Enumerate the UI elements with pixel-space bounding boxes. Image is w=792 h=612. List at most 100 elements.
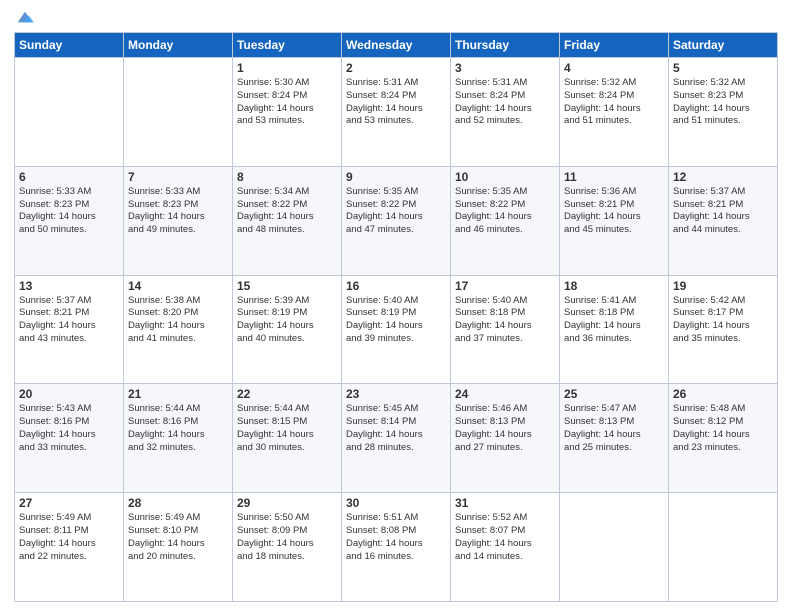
day-cell: 22Sunrise: 5:44 AM Sunset: 8:15 PM Dayli… — [233, 384, 342, 493]
day-cell: 30 Sunrise: 5:51 AM Sunset: 8:08 PM Dayli… — [342, 493, 451, 602]
week-row-3: 13 Sunrise: 5:37 AM Sunset: 8:21 PM Dayli… — [15, 275, 778, 384]
page-container: SundayMondayTuesdayWednesdayThursdayFrid… — [0, 0, 792, 612]
day-info: Sunrise: 5:36 AM Sunset: 8:21 PM Dayligh… — [564, 186, 664, 237]
day-cell: 9 Sunrise: 5:35 AM Sunset: 8:22 PM Daylig… — [342, 166, 451, 275]
week-row-2: 6Sunrise: 5:33 AM Sunset: 8:23 PM Daylig… — [15, 166, 778, 275]
day-header-saturday: Saturday — [669, 33, 778, 58]
day-number: 30 — [346, 496, 446, 510]
day-number: 28 — [128, 496, 228, 510]
day-info: Sunrise: 5:35 AM Sunset: 8:22 PM Dayligh… — [455, 186, 555, 237]
day-info: Sunrise: 5:48 AM Sunset: 8:12 PM Dayligh… — [673, 403, 773, 454]
day-cell — [560, 493, 669, 602]
day-cell: 4 Sunrise: 5:32 AM Sunset: 8:24 PM Daylig… — [560, 58, 669, 167]
day-info: Sunrise: 5:37 AM Sunset: 8:21 PM Dayligh… — [673, 186, 773, 237]
day-number: 5 — [673, 61, 773, 75]
day-info: Sunrise: 5:32 AM Sunset: 8:24 PM Dayligh… — [564, 77, 664, 128]
day-cell: 12 Sunrise: 5:37 AM Sunset: 8:21 PM Dayli… — [669, 166, 778, 275]
day-cell: 8 Sunrise: 5:34 AM Sunset: 8:22 PM Daylig… — [233, 166, 342, 275]
day-cell: 20 Sunrise: 5:43 AM Sunset: 8:16 PM Dayli… — [15, 384, 124, 493]
day-number: 16 — [346, 279, 446, 293]
day-cell: 1Sunrise: 5:30 AM Sunset: 8:24 PM Daylig… — [233, 58, 342, 167]
days-header-row: SundayMondayTuesdayWednesdayThursdayFrid… — [15, 33, 778, 58]
day-cell: 5 Sunrise: 5:32 AM Sunset: 8:23 PM Daylig… — [669, 58, 778, 167]
day-info: Sunrise: 5:42 AM Sunset: 8:17 PM Dayligh… — [673, 295, 773, 346]
day-number: 12 — [673, 170, 773, 184]
day-header-thursday: Thursday — [451, 33, 560, 58]
logo-icon — [16, 8, 34, 26]
day-header-monday: Monday — [124, 33, 233, 58]
day-info: Sunrise: 5:49 AM Sunset: 8:11 PM Dayligh… — [19, 512, 119, 563]
day-cell: 26 Sunrise: 5:48 AM Sunset: 8:12 PM Dayli… — [669, 384, 778, 493]
day-info: Sunrise: 5:45 AM Sunset: 8:14 PM Dayligh… — [346, 403, 446, 454]
day-cell — [124, 58, 233, 167]
day-number: 15 — [237, 279, 337, 293]
day-cell: 6Sunrise: 5:33 AM Sunset: 8:23 PM Daylig… — [15, 166, 124, 275]
day-number: 11 — [564, 170, 664, 184]
day-header-tuesday: Tuesday — [233, 33, 342, 58]
day-cell: 10 Sunrise: 5:35 AM Sunset: 8:22 PM Dayli… — [451, 166, 560, 275]
day-cell — [669, 493, 778, 602]
day-info: Sunrise: 5:40 AM Sunset: 8:18 PM Dayligh… — [455, 295, 555, 346]
day-number: 4 — [564, 61, 664, 75]
day-cell: 21Sunrise: 5:44 AM Sunset: 8:16 PM Dayli… — [124, 384, 233, 493]
day-number: 20 — [19, 387, 119, 401]
day-number: 17 — [455, 279, 555, 293]
day-cell — [15, 58, 124, 167]
day-cell: 31 Sunrise: 5:52 AM Sunset: 8:07 PM Dayli… — [451, 493, 560, 602]
day-cell: 29 Sunrise: 5:50 AM Sunset: 8:09 PM Dayli… — [233, 493, 342, 602]
day-cell: 13 Sunrise: 5:37 AM Sunset: 8:21 PM Dayli… — [15, 275, 124, 384]
day-number: 31 — [455, 496, 555, 510]
day-info: Sunrise: 5:46 AM Sunset: 8:13 PM Dayligh… — [455, 403, 555, 454]
day-info: Sunrise: 5:40 AM Sunset: 8:19 PM Dayligh… — [346, 295, 446, 346]
week-row-1: 1Sunrise: 5:30 AM Sunset: 8:24 PM Daylig… — [15, 58, 778, 167]
day-number: 29 — [237, 496, 337, 510]
calendar-table: SundayMondayTuesdayWednesdayThursdayFrid… — [14, 32, 778, 602]
day-info: Sunrise: 5:31 AM Sunset: 8:24 PM Dayligh… — [346, 77, 446, 128]
day-number: 23 — [346, 387, 446, 401]
day-cell: 14 Sunrise: 5:38 AM Sunset: 8:20 PM Dayli… — [124, 275, 233, 384]
day-info: Sunrise: 5:33 AM Sunset: 8:23 PM Dayligh… — [19, 186, 119, 237]
day-info: Sunrise: 5:33 AM Sunset: 8:23 PM Dayligh… — [128, 186, 228, 237]
day-number: 26 — [673, 387, 773, 401]
day-number: 19 — [673, 279, 773, 293]
day-info: Sunrise: 5:47 AM Sunset: 8:13 PM Dayligh… — [564, 403, 664, 454]
day-info: Sunrise: 5:34 AM Sunset: 8:22 PM Dayligh… — [237, 186, 337, 237]
day-info: Sunrise: 5:51 AM Sunset: 8:08 PM Dayligh… — [346, 512, 446, 563]
day-cell: 3Sunrise: 5:31 AM Sunset: 8:24 PM Daylig… — [451, 58, 560, 167]
day-number: 24 — [455, 387, 555, 401]
day-cell: 15Sunrise: 5:39 AM Sunset: 8:19 PM Dayli… — [233, 275, 342, 384]
day-header-sunday: Sunday — [15, 33, 124, 58]
day-number: 3 — [455, 61, 555, 75]
day-info: Sunrise: 5:38 AM Sunset: 8:20 PM Dayligh… — [128, 295, 228, 346]
day-cell: 23 Sunrise: 5:45 AM Sunset: 8:14 PM Dayli… — [342, 384, 451, 493]
week-row-5: 27 Sunrise: 5:49 AM Sunset: 8:11 PM Dayli… — [15, 493, 778, 602]
day-info: Sunrise: 5:49 AM Sunset: 8:10 PM Dayligh… — [128, 512, 228, 563]
day-number: 8 — [237, 170, 337, 184]
day-number: 14 — [128, 279, 228, 293]
day-info: Sunrise: 5:35 AM Sunset: 8:22 PM Dayligh… — [346, 186, 446, 237]
day-info: Sunrise: 5:50 AM Sunset: 8:09 PM Dayligh… — [237, 512, 337, 563]
day-cell: 7 Sunrise: 5:33 AM Sunset: 8:23 PM Daylig… — [124, 166, 233, 275]
day-number: 10 — [455, 170, 555, 184]
day-cell: 27 Sunrise: 5:49 AM Sunset: 8:11 PM Dayli… — [15, 493, 124, 602]
day-number: 18 — [564, 279, 664, 293]
day-info: Sunrise: 5:30 AM Sunset: 8:24 PM Dayligh… — [237, 77, 337, 128]
day-cell: 19 Sunrise: 5:42 AM Sunset: 8:17 PM Dayli… — [669, 275, 778, 384]
day-number: 27 — [19, 496, 119, 510]
day-number: 13 — [19, 279, 119, 293]
day-number: 25 — [564, 387, 664, 401]
day-info: Sunrise: 5:32 AM Sunset: 8:23 PM Dayligh… — [673, 77, 773, 128]
day-cell: 28 Sunrise: 5:49 AM Sunset: 8:10 PM Dayli… — [124, 493, 233, 602]
day-header-friday: Friday — [560, 33, 669, 58]
day-info: Sunrise: 5:52 AM Sunset: 8:07 PM Dayligh… — [455, 512, 555, 563]
day-info: Sunrise: 5:37 AM Sunset: 8:21 PM Dayligh… — [19, 295, 119, 346]
day-cell: 17 Sunrise: 5:40 AM Sunset: 8:18 PM Dayli… — [451, 275, 560, 384]
day-number: 7 — [128, 170, 228, 184]
day-info: Sunrise: 5:43 AM Sunset: 8:16 PM Dayligh… — [19, 403, 119, 454]
day-cell: 18 Sunrise: 5:41 AM Sunset: 8:18 PM Dayli… — [560, 275, 669, 384]
day-number: 9 — [346, 170, 446, 184]
day-info: Sunrise: 5:41 AM Sunset: 8:18 PM Dayligh… — [564, 295, 664, 346]
header — [14, 10, 778, 26]
day-cell: 16 Sunrise: 5:40 AM Sunset: 8:19 PM Dayli… — [342, 275, 451, 384]
day-info: Sunrise: 5:44 AM Sunset: 8:15 PM Dayligh… — [237, 403, 337, 454]
